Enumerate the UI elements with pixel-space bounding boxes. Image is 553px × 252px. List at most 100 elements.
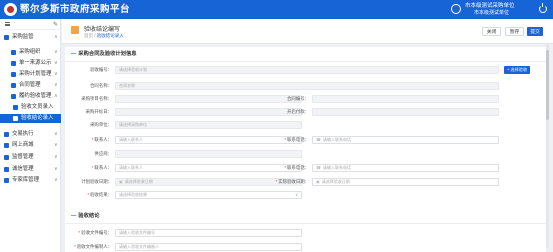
field-label-text: 开启付款： [287,109,309,114]
input-field[interactable]: 请选择验收计划 [115,66,499,74]
user-avatar-icon[interactable] [451,4,461,14]
user-org-name[interactable]: 市本级测试采购单位 [465,3,515,10]
breadcrumb-home[interactable]: 首页 [84,33,93,38]
form-row: *联系人： 请输入联系人 *联系电话： ☎ 请输入联系电话 [65,136,546,144]
input-field[interactable] [312,95,499,103]
sidebar-item[interactable]: 采购计划管理 ∨ [0,70,61,79]
sidebar-item[interactable]: 单一来源公示 ∨ [0,59,61,68]
logout-power-icon[interactable] [539,3,547,13]
sidebar-item-label: 单一来源公示 [19,60,52,66]
select-acceptance-button[interactable]: + 选择验收 [504,66,530,74]
sidebar-item-label: 合同管理 [19,82,41,88]
field-label-text: 联系电话： [287,137,309,142]
menu-item-icon [13,116,18,121]
chevron-icon: ∨ [54,49,58,55]
chevron-icon: ∧ [54,93,58,99]
chevron-icon: ∨ [54,166,58,172]
menu-item-icon [4,167,9,172]
sidebar-item[interactable]: 专家库管理 ∨ [0,176,61,185]
field-label: *实际验收日期： [65,178,309,186]
sidebar-item-label: 履约验收管理 [19,93,52,99]
form-row: 计划验收日期： ▣ 请选择验收日期 *实际验收日期： ▣ 请选择验收日期 [65,178,546,186]
chevron-icon: ∨ [54,131,58,137]
sidebar-item[interactable]: 诚信管理 ∨ [0,165,61,174]
sidebar-item-label: 验收文员录入 [21,104,54,110]
main-area: 验收结论编写 首页 / 验收结论录入 关闭 暂存 提交 采购合同及验收计划信息 … [62,19,553,252]
field-placeholder: 请选择验收结果 [119,192,147,197]
sidebar-toolbar: ✎ [0,19,61,30]
required-marker: * [78,230,81,235]
select-field[interactable]: 请选择验收结果 ∨ [115,191,302,199]
menu-item-icon [11,61,16,66]
form-row: *验收文件编制人： 请输入验收文件编制人 [65,243,546,251]
emblem-logo [4,3,17,16]
field-label-text: 验收文件编号： [81,230,112,235]
input-field[interactable]: 请输入验收文件编制人 [115,243,302,251]
sidebar-item[interactable]: 履约验收管理 ∧ [0,92,61,101]
form-row: 合同名称： 合同名称 [65,82,546,90]
field-placeholder: 合同名称 [119,83,135,88]
sidebar-item-label: 采购监管 [12,34,34,40]
field-label-text: 供应商： [94,151,112,156]
section-title: 验收结论 [71,212,99,221]
input-field[interactable] [115,150,302,158]
sidebar-item-label: 采购计划管理 [19,71,52,77]
field-placeholder: 请选择验收日期 [321,179,350,184]
field-label: 采购单位： [65,121,112,129]
menu-item-icon [11,72,16,77]
page-scrollbar[interactable] [546,44,549,248]
sidebar-item-label: 监督管理 [12,154,34,160]
field-placeholder: 请输入验收文件编号 [119,230,155,235]
input-field[interactable]: 请选择采购单位 [115,121,302,129]
contract-info-card: 采购合同及验收计划信息 验收编号： 请选择验收计划 + 选择验收合同名称： 合同名称采… [65,47,546,215]
menu-item-icon [11,50,16,55]
required-marker: * [284,137,287,142]
pin-icon[interactable]: ✎ [53,21,58,28]
sidebar-item[interactable]: 合同管理 ∨ [0,81,61,90]
input-field[interactable]: ☎ 请输入联系电话 [312,136,499,144]
field-label-text: 验收编号： [90,67,112,72]
menu-item-icon [11,94,16,99]
field-placeholder: 请选择验收计划 [119,67,147,72]
input-field[interactable]: 合同名称 [115,82,499,90]
sidebar-item[interactable]: 监督管理 ∨ [0,153,61,162]
sidebar: ✎ 采购监管 ∧ 采购组织 ∨ 单一来源公示 ∨ 采购计划管理 ∨ 合同管理 ∨ 履约验收管理 ∧ 验收… [0,19,61,252]
input-field[interactable] [312,108,499,116]
chevron-icon: ∨ [54,142,58,148]
sidebar-item-label: 交易执行 [12,131,34,137]
document-icon [71,26,79,34]
sidebar-item[interactable]: 交易执行 ∨ [0,130,61,139]
input-field[interactable]: ☎ 请输入联系电话 [312,164,499,172]
sidebar-item[interactable]: 验收文员录入 [0,103,61,112]
menu-collapse-icon[interactable] [5,22,10,26]
scrollbar-thumb[interactable] [546,50,549,120]
phone-icon: ☎ [316,137,321,142]
menu-item-icon [4,155,9,160]
input-field[interactable]: 请输入验收文件编号 [115,229,302,237]
form-row: *联系人： 请输入联系人 *联系电话： ☎ 请输入联系电话 [65,164,546,172]
field-label-text: 合同编号： [287,96,309,101]
field-label: 合同名称： [65,82,112,90]
required-marker: * [284,165,287,170]
field-placeholder: 请选择采购单位 [119,122,147,127]
close-button[interactable]: 关闭 [482,27,501,36]
menu-item-icon [4,143,9,148]
form-row: 采购开标日： 开启付款： [65,108,546,116]
submit-button[interactable]: 提交 [527,27,543,36]
conclusion-card: 验收结论 *验收文件编号： 请输入验收文件编号 *验收文件编制人：请输入验收文件编制… [65,209,546,252]
sidebar-item-label: 验收结论录入 [21,115,54,121]
sidebar-item-label: 网上商城 [12,142,34,148]
page-title: 验收结论编写 [84,27,121,33]
menu-item-icon [4,35,9,40]
sidebar-item[interactable]: 采购组织 ∨ [0,48,61,57]
save-draft-button[interactable]: 暂存 [505,27,524,36]
input-field[interactable]: ▣ 请选择验收日期 [312,178,499,186]
section-divider [65,223,546,224]
user-unit-name: 市本级测试单位 [474,10,510,16]
sidebar-item[interactable]: 采购监管 ∧ [0,33,61,42]
field-label: *验收文件编制人： [65,243,112,251]
sidebar-item[interactable]: 验收结论录入 [0,114,61,123]
form-row: 采购项目名称： 合同编号： [65,95,546,103]
form-row: 验收编号： 请选择验收计划 + 选择验收 [65,66,546,74]
sidebar-item[interactable]: 网上商城 ∨ [0,141,61,150]
